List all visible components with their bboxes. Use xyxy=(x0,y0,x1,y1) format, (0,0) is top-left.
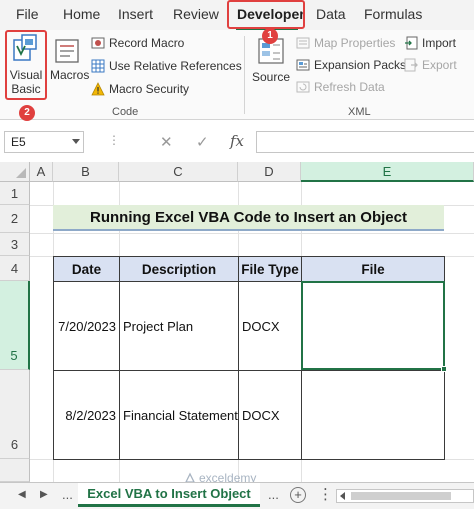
insert-function-icon[interactable]: fx xyxy=(230,132,244,150)
fill-handle[interactable] xyxy=(441,366,447,372)
column-header-e[interactable]: E xyxy=(301,162,474,182)
macro-security-button[interactable]: Macro Security xyxy=(91,82,189,96)
tab-insert[interactable]: Insert xyxy=(118,6,153,22)
macros-icon xyxy=(55,39,79,63)
map-properties-label: Map Properties xyxy=(314,36,396,50)
refresh-data-label: Refresh Data xyxy=(314,80,385,94)
header-file-type-cell[interactable]: File Type xyxy=(238,256,302,282)
table-cell-date[interactable]: 8/2/2023 xyxy=(53,370,120,460)
add-sheet-button[interactable]: + xyxy=(290,487,306,503)
refresh-data-icon xyxy=(296,81,310,93)
enter-check-icon[interactable]: ✓ xyxy=(196,133,209,151)
tab-file[interactable]: File xyxy=(16,6,39,22)
table-cell-file-type[interactable]: DOCX xyxy=(238,281,302,371)
import-label: Import xyxy=(422,36,457,50)
ribbon-group-separator xyxy=(244,36,245,114)
use-relative-references-label: Use Relative References xyxy=(109,59,242,73)
ribbon-developer-panel: Visual Basic Macros Record Macro Use Rel… xyxy=(0,28,474,121)
active-cell-selection xyxy=(301,281,445,370)
source-label: Source xyxy=(251,70,291,84)
more-sheets-right-button[interactable]: ... xyxy=(268,487,279,502)
sheet-tab-bar: ◀ ▶ ... Excel VBA to Insert Object ... +… xyxy=(0,482,474,509)
record-macro-icon xyxy=(91,37,105,49)
sheet-tab-active[interactable]: Excel VBA to Insert Object xyxy=(78,483,260,507)
row-header-4[interactable]: 4 xyxy=(0,256,30,281)
tab-review[interactable]: Review xyxy=(173,6,219,22)
row-header-1[interactable]: 1 xyxy=(0,182,30,205)
sheet-title-cell[interactable]: Running Excel VBA Code to Insert an Obje… xyxy=(53,205,444,231)
row-header-6[interactable]: 6 xyxy=(0,370,30,459)
scroll-sheets-left-icon[interactable]: ◀ xyxy=(18,489,26,500)
formula-bar: E5 ⋮ ✕ ✓ fx xyxy=(0,128,474,156)
visual-basic-highlight xyxy=(5,30,47,100)
select-all-corner[interactable] xyxy=(0,162,30,182)
row-header-2[interactable]: 2 xyxy=(0,205,30,233)
developer-tab-highlight xyxy=(227,0,305,29)
table-cell-date[interactable]: 7/20/2023 xyxy=(53,281,120,371)
developer-step-badge: 1 xyxy=(262,28,278,44)
cancel-icon[interactable]: ✕ xyxy=(160,133,173,151)
ribbon-tab-bar: File Home Insert Review Developer Data F… xyxy=(0,0,474,30)
macro-security-label: Macro Security xyxy=(109,82,190,96)
table-cell-description[interactable]: Financial Statement xyxy=(119,370,239,460)
tab-formulas[interactable]: Formulas xyxy=(364,6,422,22)
tab-data[interactable]: Data xyxy=(316,6,346,22)
header-date-cell[interactable]: Date xyxy=(53,256,120,282)
table-cell-description[interactable]: Project Plan xyxy=(119,281,239,371)
tab-home[interactable]: Home xyxy=(63,6,100,22)
select-all-icon xyxy=(16,168,26,178)
use-relative-references-button[interactable]: Use Relative References xyxy=(91,59,242,73)
row-header-5[interactable]: 5 xyxy=(0,281,30,370)
column-header-d[interactable]: D xyxy=(238,162,301,182)
macros-button[interactable]: Macros xyxy=(50,36,90,82)
name-box-dropdown-icon[interactable] xyxy=(72,139,80,144)
more-options-icon: ⋮ xyxy=(108,133,121,147)
export-label: Export xyxy=(422,58,457,72)
code-group-label: Code xyxy=(112,106,139,118)
gridline xyxy=(30,233,474,234)
horizontal-scrollbar[interactable] xyxy=(336,489,474,503)
import-button[interactable]: Import xyxy=(404,36,456,50)
column-header-a[interactable]: A xyxy=(30,162,53,182)
scroll-divider-icon[interactable]: ⋮ xyxy=(318,485,333,503)
header-file-cell[interactable]: File xyxy=(301,256,445,282)
formula-input[interactable] xyxy=(256,131,474,153)
row-header-7[interactable] xyxy=(0,459,30,482)
expansion-packs-label: Expansion Packs xyxy=(314,58,407,72)
export-icon xyxy=(404,58,418,72)
table-cell-file[interactable] xyxy=(301,370,445,460)
horizontal-scroll-thumb[interactable] xyxy=(351,492,451,500)
import-icon xyxy=(405,36,418,50)
map-properties-icon xyxy=(296,37,310,49)
column-header-b[interactable]: B xyxy=(53,162,119,182)
expansion-packs-button[interactable]: Expansion Packs xyxy=(296,58,406,72)
refresh-data-button[interactable]: Refresh Data xyxy=(296,80,385,94)
row-header-3[interactable]: 3 xyxy=(0,233,30,256)
record-macro-button[interactable]: Record Macro xyxy=(91,36,184,50)
header-description-cell[interactable]: Description xyxy=(119,256,239,282)
xml-group-label: XML xyxy=(348,106,371,118)
more-sheets-button[interactable]: ... xyxy=(62,487,73,502)
scroll-sheets-right-icon[interactable]: ▶ xyxy=(40,489,48,500)
map-properties-button[interactable]: Map Properties xyxy=(296,36,395,50)
visual-basic-step-badge: 2 xyxy=(19,105,35,121)
expansion-packs-icon xyxy=(296,59,310,71)
table-cell-file-type[interactable]: DOCX xyxy=(238,370,302,460)
column-header-c[interactable]: C xyxy=(119,162,238,182)
warning-icon xyxy=(91,82,105,96)
macros-label: Macros xyxy=(50,68,90,82)
relative-references-icon xyxy=(91,59,105,73)
export-button[interactable]: Export xyxy=(404,58,457,72)
record-macro-label: Record Macro xyxy=(109,36,185,50)
scroll-left-arrow-icon[interactable] xyxy=(340,492,345,500)
